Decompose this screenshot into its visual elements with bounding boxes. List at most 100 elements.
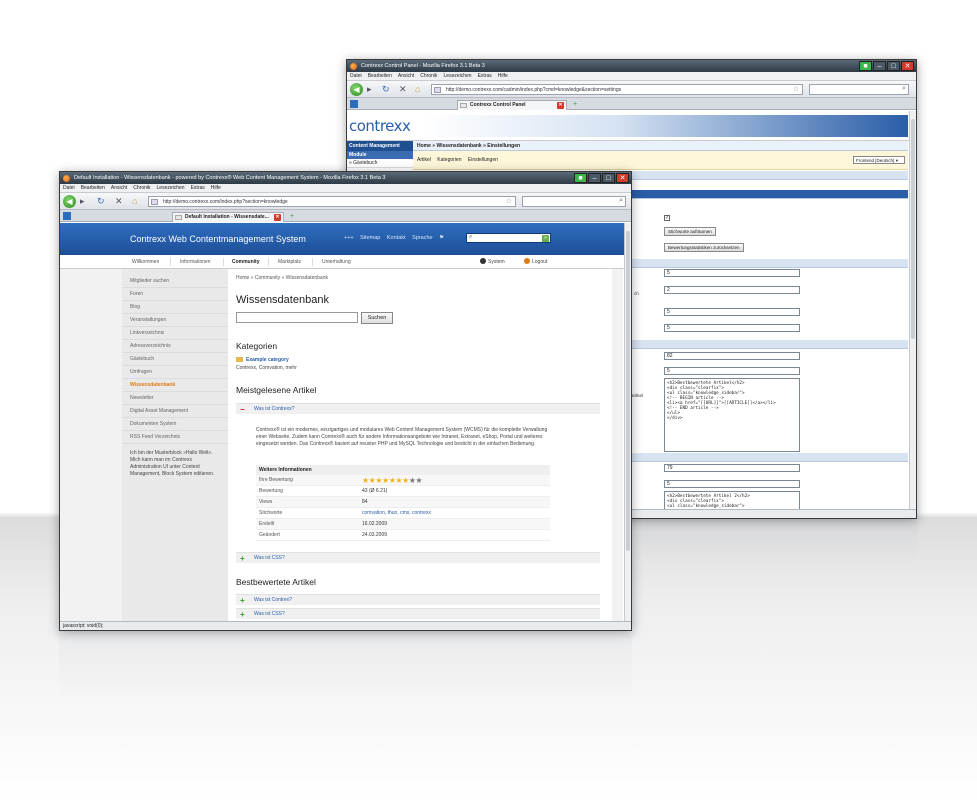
url-input[interactable]: http://demo.contrexx.com/cadmin/index.ph… <box>431 84 803 95</box>
nav-item-unterhaltung[interactable]: Unterhaltung <box>322 255 351 269</box>
site-search-input[interactable]: ⌕ » <box>466 233 551 243</box>
article-row[interactable]: + Was ist Contrex? <box>236 594 600 605</box>
category-link[interactable]: Example category <box>236 357 289 363</box>
logout-link[interactable]: Logout <box>524 255 547 269</box>
sidebar-item[interactable]: Blog <box>122 301 228 314</box>
tab-list-icon[interactable] <box>350 100 358 108</box>
menu-item[interactable]: Hilfe <box>211 184 221 192</box>
extension-icon[interactable]: ■ <box>574 173 587 183</box>
tab-control-panel[interactable]: Contrexx Control Panel ✕ <box>457 100 567 110</box>
tab-close-icon[interactable]: ✕ <box>274 214 281 221</box>
header-link[interactable]: +++ <box>344 235 354 241</box>
setting-field[interactable]: 5 <box>664 367 800 375</box>
tab-default-installation[interactable]: Default Installation - Wissensdate... ✕ <box>172 212 284 222</box>
header-link-language[interactable]: Sprache <box>412 235 433 241</box>
close-button[interactable]: ✕ <box>901 61 914 71</box>
menu-item[interactable]: Chronik <box>133 184 150 192</box>
header-link-contact[interactable]: Kontakt <box>387 235 406 241</box>
stop-icon[interactable]: ✕ <box>399 84 407 94</box>
header-link-sitemap[interactable]: Sitemap <box>360 235 380 241</box>
menu-item[interactable]: Datei <box>350 72 362 80</box>
menu-item[interactable]: Ansicht <box>398 72 414 80</box>
sidebar-item[interactable]: Dokumenten System <box>122 418 228 431</box>
setting-field[interactable]: 5 <box>664 269 800 277</box>
home-icon[interactable]: ⌂ <box>132 196 137 206</box>
sidebar-item-guestbook[interactable]: » Gästebuch <box>347 159 413 168</box>
setting-field[interactable]: 79 <box>664 464 800 472</box>
back-arrow-icon[interactable]: ◀ <box>63 195 76 208</box>
search-icon[interactable]: ⌕ <box>902 85 906 93</box>
article-row[interactable]: + Was ist CSS? <box>236 608 600 619</box>
expand-icon[interactable]: + <box>240 597 248 605</box>
language-flag-icon[interactable]: ⚑ <box>439 235 444 241</box>
menu-item[interactable]: Extras <box>191 184 205 192</box>
sidebar-item[interactable]: Adressverzeichnis <box>122 340 228 353</box>
sidebar-item[interactable]: Linkverzeichnis <box>122 327 228 340</box>
back-arrow-icon[interactable]: ◀ <box>350 83 363 96</box>
setting-field[interactable]: 5 <box>664 308 800 316</box>
language-select[interactable]: Frontend [Deutsch] ▾ <box>853 156 905 164</box>
sidebar-content-management[interactable]: Content Management <box>347 141 413 151</box>
subnav-articles[interactable]: Artikel <box>417 157 431 163</box>
search-go-button[interactable]: » <box>542 235 549 242</box>
article-row[interactable]: − Was ist Contrexx? <box>236 403 600 414</box>
vertical-scrollbar[interactable] <box>624 223 631 621</box>
article-row[interactable]: + Was ist CSS? <box>236 552 600 563</box>
menu-item[interactable]: Hilfe <box>498 72 508 80</box>
menu-item[interactable]: Chronik <box>420 72 437 80</box>
search-button[interactable]: Suchen <box>361 312 393 324</box>
setting-field[interactable]: 2 <box>664 286 800 294</box>
sidebar-item[interactable]: Digital Asset Management <box>122 405 228 418</box>
setting-checkbox[interactable]: ✓ <box>664 215 670 221</box>
sidebar-item[interactable]: Veranstaltungen <box>122 314 228 327</box>
sidebar-module[interactable]: Module <box>347 151 413 159</box>
home-icon[interactable]: ⌂ <box>415 84 420 94</box>
search-input[interactable]: ⌕ <box>809 84 909 95</box>
sidebar-item[interactable]: Umfragen <box>122 366 228 379</box>
sidebar-item[interactable]: Mitglieder suchen <box>122 275 228 288</box>
subnav-settings[interactable]: Einstellungen <box>468 157 498 163</box>
menu-item[interactable]: Datei <box>63 184 75 192</box>
knowledge-search-input[interactable] <box>236 312 358 323</box>
minimize-button[interactable]: – <box>873 61 886 71</box>
scrollbar-thumb[interactable] <box>911 119 915 339</box>
extension-icon[interactable]: ■ <box>859 61 872 71</box>
menu-item[interactable]: Bearbeiten <box>368 72 392 80</box>
scrollbar-thumb[interactable] <box>626 231 630 551</box>
sidebar-item[interactable]: Newsletter <box>122 392 228 405</box>
sidebar-item[interactable]: RSS Feed Verzeichnis <box>122 431 228 444</box>
tab-list-icon[interactable] <box>63 212 71 220</box>
maximize-button[interactable]: □ <box>887 61 900 71</box>
reset-ratings-button[interactable]: Bewertungsstatistiken zurücksetzen <box>664 243 744 252</box>
search-icon[interactable]: ⌕ <box>619 197 623 205</box>
reload-icon[interactable]: ↻ <box>382 84 390 94</box>
tab-close-icon[interactable]: ✕ <box>557 102 564 109</box>
sidebar-item[interactable]: Gästebuch <box>122 353 228 366</box>
vertical-scrollbar[interactable] <box>909 111 916 509</box>
expand-icon[interactable]: + <box>240 611 248 619</box>
setting-field[interactable]: 5 <box>664 480 800 488</box>
system-link[interactable]: System <box>480 255 505 269</box>
sidebar-item-knowledge-base[interactable]: Wissensdatenbank <box>122 379 228 392</box>
nav-item-informationen[interactable]: Informationen <box>180 255 211 269</box>
maximize-button[interactable]: □ <box>602 173 615 183</box>
collapse-icon[interactable]: − <box>240 406 248 414</box>
expand-icon[interactable]: + <box>240 555 248 563</box>
subnav-categories[interactable]: Kategorien <box>437 157 461 163</box>
bookmark-star-icon[interactable]: ☆ <box>793 85 799 94</box>
menu-item[interactable]: Lesezeichen <box>444 72 472 80</box>
sidebar-item[interactable]: Foren <box>122 288 228 301</box>
close-button[interactable]: ✕ <box>616 173 629 183</box>
bookmark-star-icon[interactable]: ☆ <box>506 197 512 206</box>
search-input[interactable]: ⌕ <box>522 196 626 207</box>
setting-field[interactable]: 82 <box>664 352 800 360</box>
nav-item-marktplatz[interactable]: Marktplatz <box>278 255 301 269</box>
menu-item[interactable]: Bearbeiten <box>81 184 105 192</box>
url-input[interactable]: http://demo.contrexx.com/index.php?secti… <box>148 196 516 207</box>
nav-item-willkommen[interactable]: Willkommen <box>132 255 159 269</box>
menu-item[interactable]: Ansicht <box>111 184 127 192</box>
menu-item[interactable]: Extras <box>478 72 492 80</box>
setting-field[interactable]: 5 <box>664 324 800 332</box>
reload-icon[interactable]: ↻ <box>97 196 105 206</box>
new-tab-icon[interactable]: + <box>290 213 294 220</box>
